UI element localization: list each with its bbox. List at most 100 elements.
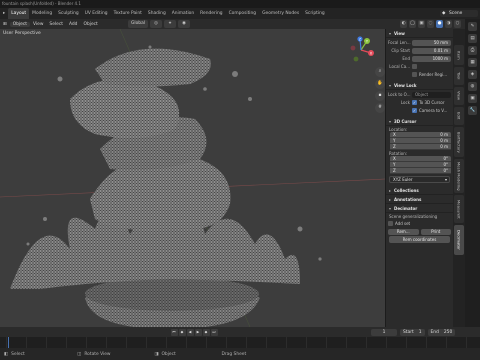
- side-tab-decimator[interactable]: Decimator: [454, 225, 464, 255]
- workspace-tab-modeling[interactable]: Modeling: [29, 8, 55, 19]
- navigation-gizmo[interactable]: X Y Z: [347, 36, 375, 64]
- file-menu[interactable]: ▸: [0, 8, 8, 19]
- scene-icon: ◆: [442, 11, 446, 16]
- scene-properties-icon[interactable]: ◈: [468, 70, 477, 79]
- menu-object[interactable]: Object: [80, 22, 100, 27]
- workspace-tab-uv-editing[interactable]: UV Editing: [82, 8, 111, 19]
- menu-view[interactable]: View: [30, 22, 46, 27]
- lock-to-object-field[interactable]: Object: [412, 91, 451, 98]
- focal-length-field[interactable]: 50 mm: [412, 39, 451, 46]
- rem-coordinates-button[interactable]: Rem coordinates: [389, 236, 450, 243]
- side-tab-boltfactory[interactable]: Boltfactory: [454, 127, 464, 157]
- render-region-checkbox[interactable]: [412, 72, 417, 77]
- jump-end-icon[interactable]: ⏭: [210, 328, 218, 336]
- local-camera-checkbox[interactable]: [412, 64, 417, 69]
- side-tab-tool[interactable]: Tool: [454, 67, 464, 85]
- view-panel-header[interactable]: ▾ View: [386, 29, 453, 38]
- side-tab-item[interactable]: Item: [454, 45, 464, 65]
- side-tab-edit[interactable]: Edit: [454, 107, 464, 125]
- timeline-ruler[interactable]: [0, 337, 480, 348]
- output-properties-icon[interactable]: ⎙: [468, 46, 477, 55]
- visibility-icon[interactable]: ◐: [400, 20, 407, 28]
- workspace-tab-animation[interactable]: Animation: [169, 8, 197, 19]
- clip-start-field[interactable]: 0.01 m: [412, 47, 451, 54]
- camera-to-view-label: Camera to V...: [419, 108, 448, 113]
- xray-icon[interactable]: ▣: [418, 20, 425, 28]
- pivot-icon[interactable]: ◎: [150, 20, 162, 28]
- annotations-panel-header[interactable]: ▸ Annotations: [386, 195, 453, 204]
- wireframe-shading-icon[interactable]: ◌: [427, 20, 434, 28]
- proportional-icon[interactable]: ◉: [178, 20, 190, 28]
- material-shading-icon[interactable]: ◑: [445, 20, 452, 28]
- view-layer-icon[interactable]: ▦: [468, 58, 477, 67]
- mode-dropdown[interactable]: Object: [9, 21, 30, 27]
- side-tab-view[interactable]: View: [454, 87, 464, 105]
- ruler-tick: [126, 337, 127, 348]
- workspace-tab-geometry-nodes[interactable]: Geometry Nodes: [259, 8, 302, 19]
- sidebar-tabs: Item Tool View Edit Boltfactory Mesh Modeling…: [453, 29, 465, 327]
- add-set-checkbox[interactable]: [388, 221, 393, 226]
- world-properties-icon[interactable]: ◍: [468, 82, 477, 91]
- workspace-tab-compositing[interactable]: Compositing: [226, 8, 260, 19]
- ruler-tick: [206, 337, 207, 348]
- clip-start-label: Clip Start: [391, 48, 410, 53]
- workspace-tab-scripting[interactable]: Scripting: [302, 8, 328, 19]
- viewport-scene: [0, 29, 385, 327]
- workspace-tab-shading[interactable]: Shading: [145, 8, 169, 19]
- lock-to-object-label: Lock to O...: [388, 92, 411, 97]
- frame-start-field[interactable]: Start 1: [400, 328, 425, 336]
- solid-shading-icon[interactable]: ●: [436, 20, 443, 28]
- workspace-tab-layout[interactable]: Layout: [8, 8, 30, 19]
- menu-add[interactable]: Add: [66, 22, 81, 27]
- current-frame-field[interactable]: 1: [371, 328, 397, 336]
- decimator-button-a[interactable]: Rem...: [388, 228, 419, 235]
- ruler-tick: [186, 337, 187, 348]
- play-reverse-icon[interactable]: ◀: [186, 328, 194, 336]
- menu-select[interactable]: Select: [46, 22, 66, 27]
- 3d-viewport[interactable]: User Perspective X Y Z ⌕ ✋ ▪ #: [0, 29, 385, 327]
- tool-properties-icon[interactable]: ✎: [468, 22, 477, 31]
- viewport-header: ⊞ Object View Select Add Object: [0, 19, 465, 29]
- orientation-dropdown[interactable]: Global: [128, 20, 148, 28]
- to-3d-cursor-checkbox[interactable]: ✓: [412, 100, 417, 105]
- 3d-cursor-panel-header[interactable]: ▾ 3D Cursor: [386, 117, 453, 126]
- chevron-down-icon: ▾: [444, 177, 447, 182]
- jump-start-icon[interactable]: ⏮: [170, 328, 178, 336]
- side-tab-measureit[interactable]: MeasureIt: [454, 195, 464, 223]
- viewport-shading-tools: ◐ ◯ ▣ ◌ ● ◑ ○: [400, 20, 461, 28]
- render-properties-icon[interactable]: ▤: [468, 34, 477, 43]
- view-lock-panel-header[interactable]: ▾ View Lock: [386, 81, 453, 90]
- overlay-icon[interactable]: ◯: [409, 20, 416, 28]
- frame-end-field[interactable]: End 250: [427, 328, 456, 336]
- ruler-tick: [166, 337, 167, 348]
- clip-end-field[interactable]: 1000 m: [412, 55, 451, 62]
- workspace-tab-rendering[interactable]: Rendering: [197, 8, 225, 19]
- modifier-properties-icon[interactable]: 🔧: [468, 106, 477, 115]
- next-keyframe-icon[interactable]: ◆: [202, 328, 210, 336]
- collections-panel-header[interactable]: ▸ Collections: [386, 186, 453, 195]
- prev-keyframe-icon[interactable]: ◆: [178, 328, 186, 336]
- cursor-rotation-z[interactable]: Z 0°: [390, 168, 451, 174]
- scene-selector[interactable]: ◆ Scene: [440, 10, 478, 17]
- zoom-icon[interactable]: ⌕: [375, 67, 385, 77]
- transform-tools: Global ◎ ⌖ ◉: [128, 20, 190, 28]
- ruler-tick: [226, 337, 227, 348]
- snap-icon[interactable]: ⌖: [164, 20, 176, 28]
- workspace-tab-sculpting[interactable]: Sculpting: [55, 8, 82, 19]
- workspace-tab-texture-paint[interactable]: Texture Paint: [111, 8, 145, 19]
- hand-icon[interactable]: ✋: [375, 79, 385, 89]
- sidebar-n-panel: ▾ View Focal Len... 50 mm Clip Start 0.01 m…: [385, 29, 453, 327]
- side-tab-mesh-modeling[interactable]: Mesh Modeling: [454, 159, 464, 193]
- rotation-mode-dropdown[interactable]: XYZ Euler ▾: [389, 176, 450, 183]
- cursor-rotation-fields: X 0° Y 0° Z 0°: [386, 156, 453, 174]
- play-icon[interactable]: ▶: [194, 328, 202, 336]
- camera-to-view-checkbox[interactable]: ✓: [412, 108, 417, 113]
- camera-icon[interactable]: ▪: [375, 91, 385, 101]
- object-properties-icon[interactable]: ▣: [468, 94, 477, 103]
- grid-icon[interactable]: #: [375, 103, 385, 113]
- playhead[interactable]: [8, 337, 9, 348]
- decimator-button-b[interactable]: Print: [420, 228, 451, 235]
- rendered-shading-icon[interactable]: ○: [454, 20, 461, 28]
- decimator-panel-header[interactable]: ▾ Decimator: [386, 204, 453, 213]
- editor-type-icon[interactable]: ⊞: [0, 22, 10, 27]
